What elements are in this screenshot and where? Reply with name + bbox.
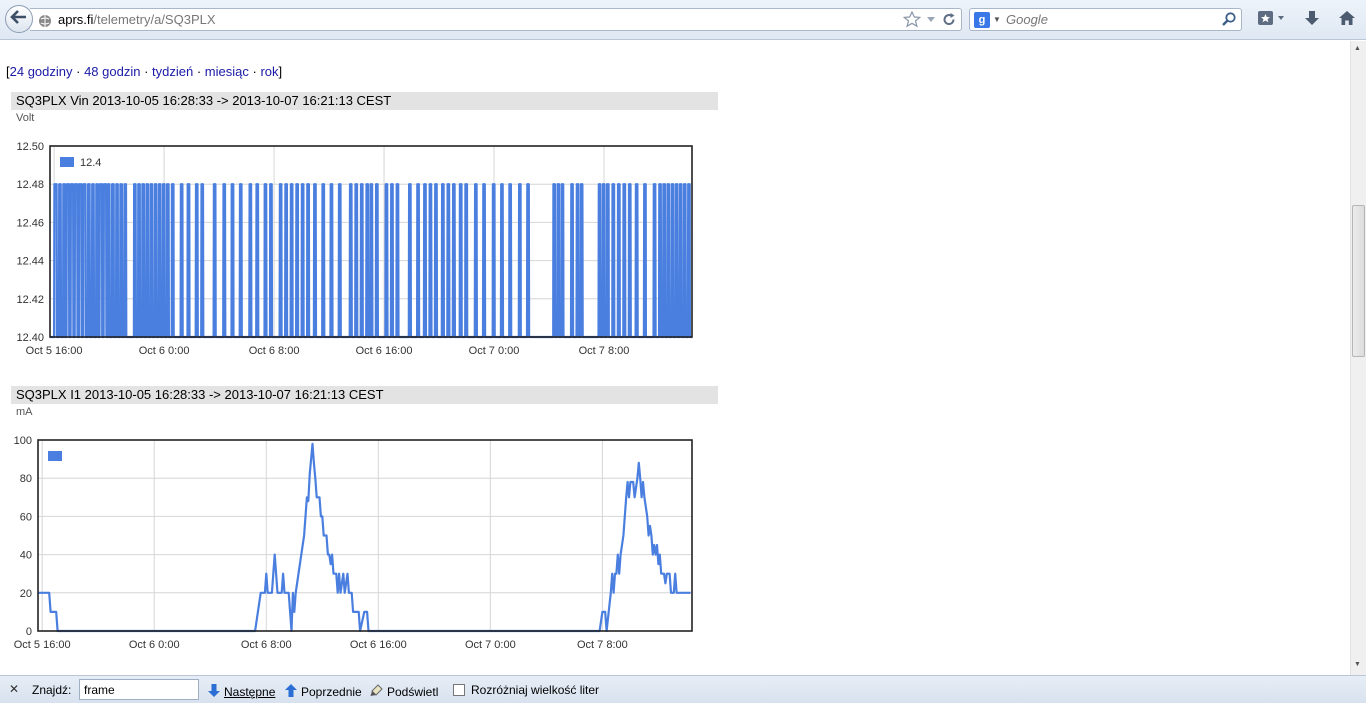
time-range-links: [24 godziny · 48 godzin · tydzień · mies… [6, 64, 282, 79]
home-icon [1338, 9, 1356, 32]
vertical-scrollbar[interactable]: ▲ ▼ [1350, 41, 1366, 675]
x-tick-label: Oct 5 16:00 [14, 639, 71, 651]
y-tick-label: 20 [20, 588, 32, 600]
url-path: /telemetry/a/SQ3PLX [93, 12, 216, 27]
chart-unit-i1: mA [16, 406, 33, 418]
x-tick-label: Oct 7 0:00 [469, 345, 520, 357]
y-tick-label: 12.46 [16, 217, 44, 229]
x-tick-label: Oct 5 16:00 [26, 345, 83, 357]
find-next-label: Następne [224, 685, 276, 699]
x-tick-label: Oct 6 0:00 [129, 639, 180, 651]
highlight-button[interactable]: Podświetl [369, 683, 438, 701]
y-tick-label: 0 [26, 626, 32, 638]
close-icon[interactable]: ✕ [9, 682, 19, 696]
plot-frame [37, 439, 693, 632]
range-link-24h[interactable]: 24 godziny [10, 64, 73, 79]
y-tick-label: 12.50 [16, 141, 44, 153]
match-case-label: Rozróżniaj wielkość liter [471, 683, 600, 697]
x-tick-label: Oct 7 8:00 [579, 345, 630, 357]
browser-toolbar: aprs.fi/telemetry/a/SQ3PLX g ▼ Google [0, 0, 1366, 40]
url-domain: aprs.fi [58, 12, 94, 27]
series-line [38, 442, 691, 633]
find-input[interactable] [79, 679, 199, 700]
chart-vin: 12.50 12.48 12.46 12.44 12.42 12.40Oct 5 16:0… [16, 141, 693, 357]
legend-swatch [48, 451, 62, 461]
x-tick-label: Oct 7 0:00 [465, 639, 516, 651]
back-button[interactable] [5, 5, 33, 33]
y-tick-label: 60 [20, 511, 32, 523]
range-separator: · [72, 64, 85, 79]
bookmarks-icon [1257, 9, 1287, 32]
globe-icon [38, 13, 52, 34]
y-tick-label: 12.48 [16, 179, 44, 191]
range-separator: · [193, 64, 205, 79]
range-bracket-close: ] [278, 64, 283, 79]
x-tick-label: Oct 6 16:00 [350, 639, 407, 651]
find-next-button[interactable]: Następne [207, 683, 275, 701]
x-tick-label: Oct 6 16:00 [356, 345, 413, 357]
y-tick-label: 12.42 [16, 294, 44, 306]
range-link-month[interactable]: miesiąc [205, 64, 249, 79]
search-bar[interactable]: g ▼ Google [969, 8, 1242, 31]
back-arrow-icon [10, 9, 28, 30]
chart-title-vin: SQ3PLX Vin 2013-10-05 16:28:33 -> 2013-1… [11, 92, 718, 110]
range-link-year[interactable]: rok [260, 64, 278, 79]
highlight-label: Podświetl [387, 685, 439, 699]
x-tick-label: Oct 6 8:00 [249, 345, 300, 357]
download-arrow-icon [1303, 9, 1321, 32]
search-icon[interactable] [1221, 11, 1237, 33]
x-tick-label: Oct 7 8:00 [577, 639, 628, 651]
find-prev-label: Poprzednie [301, 685, 362, 699]
y-tick-label: 12.40 [16, 332, 44, 344]
chart-unit-vin: Volt [16, 112, 35, 124]
google-engine-icon[interactable]: g [974, 12, 990, 28]
y-tick-label: 80 [20, 473, 32, 485]
highlighter-icon [369, 683, 384, 701]
range-link-week[interactable]: tydzień [152, 64, 193, 79]
engine-dropdown-icon[interactable]: ▼ [993, 9, 1001, 30]
page-content: [24 godziny · 48 godzin · tydzień · mies… [0, 41, 1350, 675]
chart-title-i1: SQ3PLX I1 2013-10-05 16:28:33 -> 2013-10… [11, 386, 718, 404]
url-bar-icons [902, 10, 957, 34]
downloads-button[interactable] [1300, 9, 1324, 31]
find-prev-button[interactable]: Poprzednie [284, 683, 362, 701]
legend-label: 12.4 [80, 157, 101, 169]
arrow-down-icon [207, 683, 221, 701]
range-separator: · [140, 64, 153, 79]
url-bar[interactable]: aprs.fi/telemetry/a/SQ3PLX [30, 8, 962, 31]
range-separator: · [248, 64, 261, 79]
y-tick-label: 100 [14, 435, 32, 447]
scroll-up-arrow-icon[interactable]: ▲ [1354, 45, 1361, 52]
find-label: Znajdź: [32, 683, 72, 697]
scroll-down-arrow-icon[interactable]: ▼ [1354, 661, 1361, 668]
history-dropdown-icon[interactable] [925, 11, 937, 34]
chart-i1: 100 80 60 40 20 0Oct 5 16:00 Oct 6 0:00 Oct 6 8… [14, 435, 693, 651]
bookmark-star-icon[interactable] [902, 10, 922, 34]
match-case-checkbox[interactable] [453, 684, 465, 696]
legend-swatch [60, 157, 74, 167]
arrow-up-icon [284, 683, 298, 701]
range-link-48h[interactable]: 48 godzin [84, 64, 140, 79]
reload-icon[interactable] [941, 11, 957, 34]
y-tick-label: 12.44 [16, 256, 44, 268]
bookmarks-menu-button[interactable] [1255, 9, 1289, 31]
search-placeholder: Google [1006, 12, 1048, 27]
find-bar: ✕ Znajdź: Następne Poprzednie Podświetl … [0, 675, 1366, 703]
home-button[interactable] [1335, 9, 1359, 31]
x-tick-label: Oct 6 0:00 [139, 345, 190, 357]
url-text: aprs.fi/telemetry/a/SQ3PLX [58, 9, 216, 30]
scroll-thumb[interactable] [1352, 205, 1365, 357]
y-tick-label: 40 [20, 550, 32, 562]
x-tick-label: Oct 6 8:00 [241, 639, 292, 651]
